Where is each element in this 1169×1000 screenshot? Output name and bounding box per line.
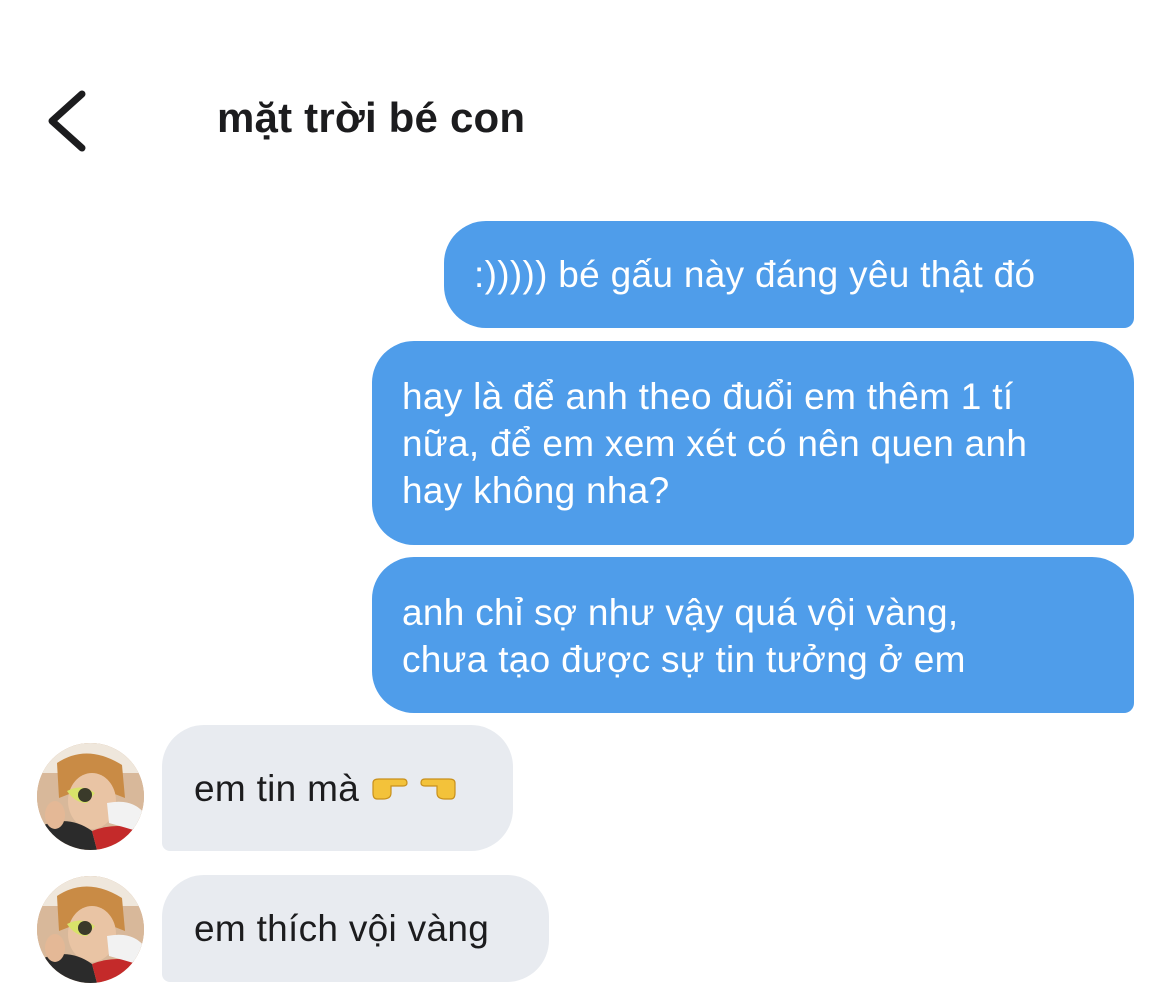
contact-avatar[interactable] <box>37 743 144 850</box>
avatar-photo <box>37 743 144 850</box>
outgoing-message[interactable]: anh chỉ sợ như vậy quá vội vàng, chưa tạ… <box>372 557 1134 713</box>
message-text: em thích vội vàng <box>194 908 490 949</box>
message-text: em tin mà <box>194 767 360 809</box>
incoming-message[interactable]: em tin mà <box>162 725 513 851</box>
outgoing-message[interactable]: :))))) bé gấu này đáng yêu thật đó <box>444 221 1134 328</box>
pointing-right-icon <box>369 765 409 812</box>
chat-header: mặt trời bé con <box>0 0 1169 200</box>
message-line: chưa tạo được sự tin tưởng ở em <box>402 639 966 680</box>
message-line: hay không nha? <box>402 470 670 511</box>
contact-avatar[interactable] <box>37 876 144 983</box>
outgoing-message[interactable]: hay là để anh theo đuổi em thêm 1 tí nữa… <box>372 341 1134 545</box>
pointing-left-icon <box>419 765 459 812</box>
avatar-photo <box>37 876 144 983</box>
message-line: nữa, để em xem xét có nên quen anh <box>402 423 1028 464</box>
message-text: :))))) bé gấu này đáng yêu thật đó <box>474 254 1036 295</box>
back-button[interactable] <box>40 88 100 154</box>
incoming-message[interactable]: em thích vội vàng <box>162 875 549 982</box>
message-line: hay là để anh theo đuổi em thêm 1 tí <box>402 376 1014 417</box>
chevron-left-icon <box>48 90 86 152</box>
message-line: anh chỉ sợ như vậy quá vội vàng, <box>402 592 959 633</box>
conversation-title: mặt trời bé con <box>217 94 526 141</box>
